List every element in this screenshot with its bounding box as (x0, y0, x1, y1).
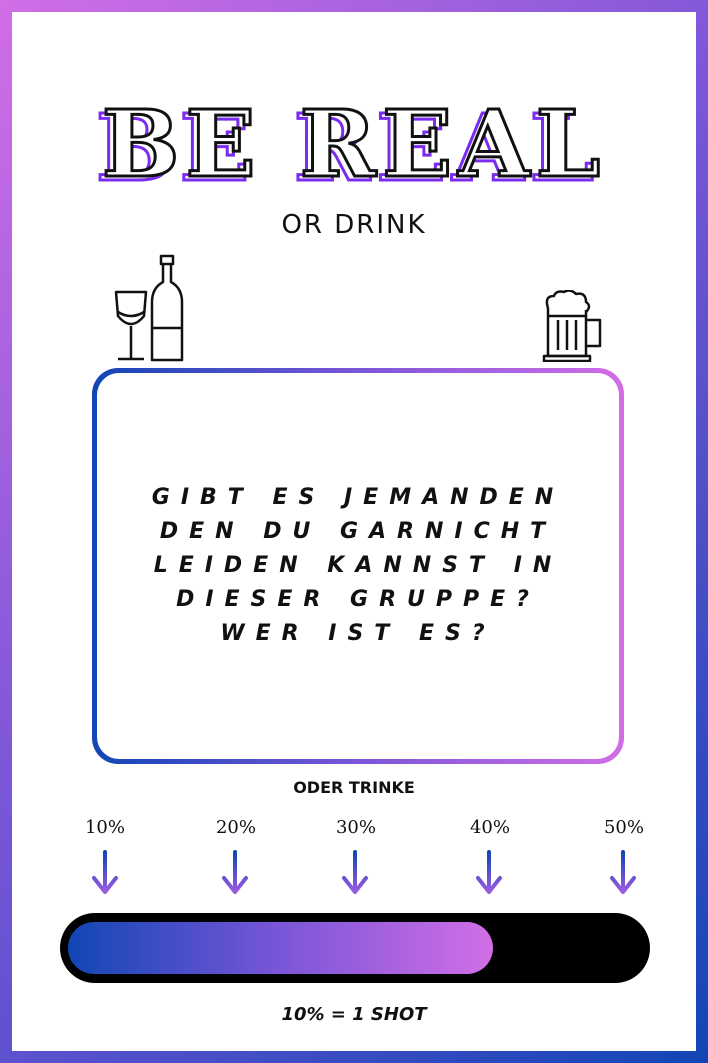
question-card: Gibt es jemanden den du garnicht leiden … (92, 368, 624, 764)
tick-label: 30% (335, 817, 376, 838)
arrow-down-icon (92, 850, 118, 894)
subtitle: OR DRINK (281, 210, 427, 240)
question-text: Gibt es jemanden den du garnicht leiden … (151, 485, 565, 646)
arrow-down-icon (610, 850, 636, 894)
tick-label: 20% (215, 817, 256, 838)
title-text: BE REAL (100, 90, 607, 198)
progress-bar (60, 913, 650, 983)
arrow-down-icon (476, 850, 502, 894)
tick-label: 50% (603, 817, 644, 838)
wine-glass-and-bottle-icon (114, 254, 184, 362)
card: BE REAL BE REAL OR DRINK Gibt (12, 12, 696, 1051)
arrow-down-icon (342, 850, 368, 894)
tick-label: 40% (469, 817, 510, 838)
beer-mug-icon (542, 290, 602, 362)
shot-legend: 10% = 1 SHOT (281, 1004, 427, 1025)
tick-label: 10% (84, 817, 125, 838)
title: BE REAL BE REAL (12, 90, 696, 204)
oder-trinke-label: ODER TRINKE (293, 778, 415, 797)
progress-bar-fill (68, 922, 493, 974)
arrow-down-icon (222, 850, 248, 894)
question-card-inner: Gibt es jemanden den du garnicht leiden … (97, 373, 619, 759)
